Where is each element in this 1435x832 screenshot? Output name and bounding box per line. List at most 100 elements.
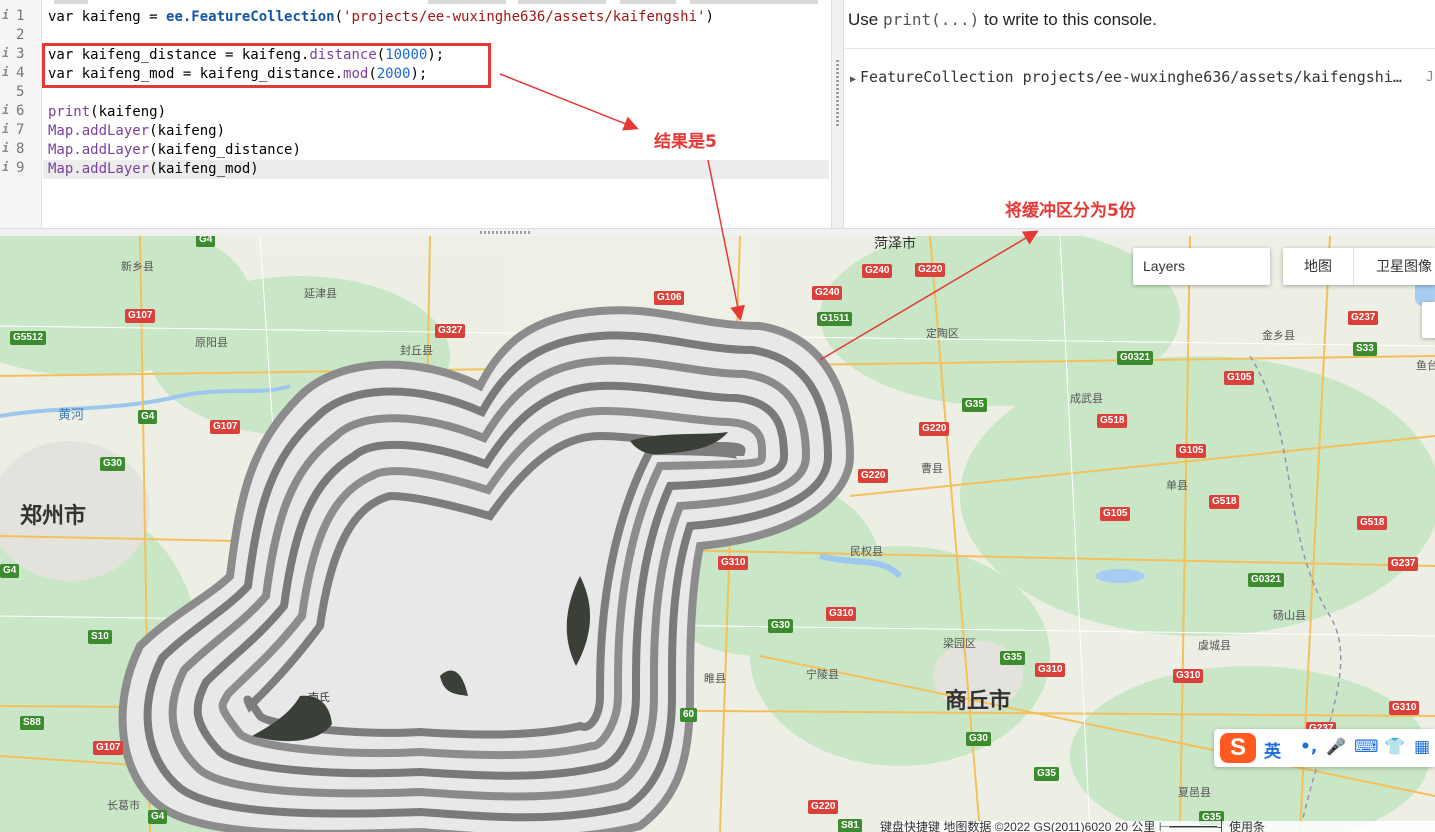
code-editor[interactable]: i1 2 i3 i4 5 i6 i7 i8 i9 var kaifeng = e… (0, 0, 832, 228)
ime-language-button[interactable]: 英 (1264, 737, 1281, 762)
info-icon: i (2, 141, 10, 155)
city-label: 封丘县 (400, 345, 433, 357)
expand-triangle-icon[interactable]: ▶ (850, 74, 856, 85)
toolbar-button-stub[interactable] (54, 0, 88, 4)
line-number: i3 (2, 46, 25, 62)
divider (1353, 248, 1354, 285)
road-shield: G310 (1389, 701, 1420, 715)
city-label: 定陶区 (926, 328, 959, 340)
code-line-6[interactable]: print(kaifeng) (48, 103, 166, 122)
road-shield: G220 (919, 422, 950, 436)
ime-punctuation-button[interactable]: •, (1300, 737, 1317, 757)
code-line-9-active[interactable]: Map.addLayer(kaifeng_mod) (43, 160, 829, 179)
road-shield: G107 (125, 309, 156, 323)
road-shield: G107 (210, 420, 241, 434)
toolbar-button-stub[interactable] (620, 0, 676, 4)
line-number: i6 (2, 103, 25, 119)
city-label: 曹县 (921, 463, 943, 475)
road-shield: G220 (808, 800, 839, 814)
code-line-7[interactable]: Map.addLayer(kaifeng) (48, 122, 225, 141)
fullscreen-icon[interactable] (1422, 302, 1435, 338)
city-label: 夏邑县 (1178, 787, 1211, 799)
info-icon: i (2, 103, 10, 117)
city-label: 原阳县 (195, 337, 228, 349)
map-canvas[interactable]: 郑州市 商丘市 菏泽市 新乡县 延津县 原阳县 封丘县 定陶区 成武县 金乡县 … (0, 236, 1435, 832)
road-shield: G30 (100, 457, 125, 471)
line-number: i9 (2, 160, 25, 176)
road-shield: G30 (966, 732, 991, 746)
road-shield: G105 (1176, 444, 1207, 458)
road-shield: G310 (826, 607, 857, 621)
microphone-icon[interactable]: 🎤 (1326, 737, 1346, 756)
toolbar-button-stub[interactable] (690, 0, 818, 4)
annotation-result: 结果是5 (654, 132, 717, 152)
road-shield: G240 (862, 264, 893, 278)
city-label: 宁陵县 (806, 669, 839, 681)
grid-menu-icon[interactable]: ▦ (1414, 737, 1430, 757)
splitter-grip-icon[interactable] (480, 231, 532, 234)
splitter-grip-icon[interactable] (836, 60, 839, 126)
code-line-8[interactable]: Map.addLayer(kaifeng_distance) (48, 141, 301, 160)
city-label: 延津县 (304, 288, 337, 300)
road-shield: G5512 (10, 331, 47, 345)
map-type-map-button[interactable]: 地图 (1304, 248, 1332, 285)
road-shield: G0321 (1248, 573, 1285, 587)
road-shield: G518 (1357, 516, 1388, 530)
map-attribution: 键盘快捷键 地图数据 ©2022 GS(2011)6020 20 公里 ⊢━━━… (880, 821, 1435, 832)
line-number: i1 (2, 8, 25, 24)
earth-engine-code-editor-screenshot: i1 2 i3 i4 5 i6 i7 i8 i9 var kaifeng = e… (0, 0, 1435, 832)
line-number: i4 (2, 65, 25, 81)
map-type-control: 地图 卫星图像 (1283, 248, 1435, 285)
toolbar-button-stub[interactable] (428, 0, 506, 4)
city-label: 鱼台 (1416, 360, 1435, 372)
map-type-satellite-button[interactable]: 卫星图像 (1376, 248, 1432, 285)
toolbar-button-stub[interactable] (518, 0, 606, 4)
road-shield: G4 (138, 410, 158, 424)
line-number: i8 (2, 141, 25, 157)
road-shield: G220 (858, 469, 889, 483)
console-hint: Use print(...) to write to this console. (848, 10, 1157, 29)
road-shield: G107 (93, 741, 124, 755)
road-shield: G35 (1000, 651, 1025, 665)
layers-control[interactable]: Layers (1133, 248, 1270, 285)
city-label: 睢县 (704, 673, 726, 685)
road-shield: G220 (915, 263, 946, 277)
city-label: 虞城县 (1198, 640, 1231, 652)
city-label: 南氏 (308, 692, 330, 704)
road-shield: G237 (1348, 311, 1379, 325)
console-panel: Use print(...) to write to this console.… (843, 0, 1435, 228)
road-shield: G4 (0, 564, 20, 578)
road-shield: G518 (1209, 495, 1240, 509)
road-shield: G240 (812, 286, 843, 300)
river-label: 黄河 (58, 407, 85, 422)
city-label: 成武县 (1070, 393, 1103, 405)
road-shield: S10 (88, 630, 112, 644)
console-output-featurecollection[interactable]: ▶ FeatureCollection projects/ee-wuxinghe6… (850, 68, 1402, 86)
annotation-buffer: 将缓冲区分为5份 (1005, 201, 1136, 221)
skin-shirt-icon[interactable]: 👕 (1384, 737, 1405, 757)
city-label: 金乡县 (1262, 330, 1295, 342)
road-shield: G518 (1097, 414, 1128, 428)
line-number: i7 (2, 122, 25, 138)
info-icon: i (2, 8, 10, 22)
city-label: 梁园区 (943, 638, 976, 650)
road-shield: S88 (20, 716, 44, 730)
info-icon: i (2, 122, 10, 136)
city-label: 民权县 (850, 546, 883, 558)
info-icon: i (2, 46, 10, 60)
city-label: 长葛市 (107, 800, 140, 812)
code-line-1[interactable]: var kaifeng = ee.FeatureCollection('proj… (48, 8, 714, 27)
line-number: 2 (16, 27, 25, 43)
horizontal-splitter[interactable] (0, 228, 1435, 236)
sogou-logo-icon[interactable]: S (1220, 733, 1256, 763)
info-icon: i (2, 160, 10, 174)
divider (844, 48, 1435, 49)
road-shield: G310 (718, 556, 749, 570)
ime-toolbar[interactable]: S 英 •, 🎤 ⌨ 👕 ▦ (1214, 729, 1435, 767)
highlight-box (42, 43, 491, 88)
road-shield: G106 (654, 291, 685, 305)
city-label: 商丘市 (945, 688, 1012, 713)
json-button[interactable]: J (1426, 70, 1434, 85)
road-shield: G4 (148, 810, 168, 824)
keyboard-icon[interactable]: ⌨ (1354, 737, 1379, 757)
